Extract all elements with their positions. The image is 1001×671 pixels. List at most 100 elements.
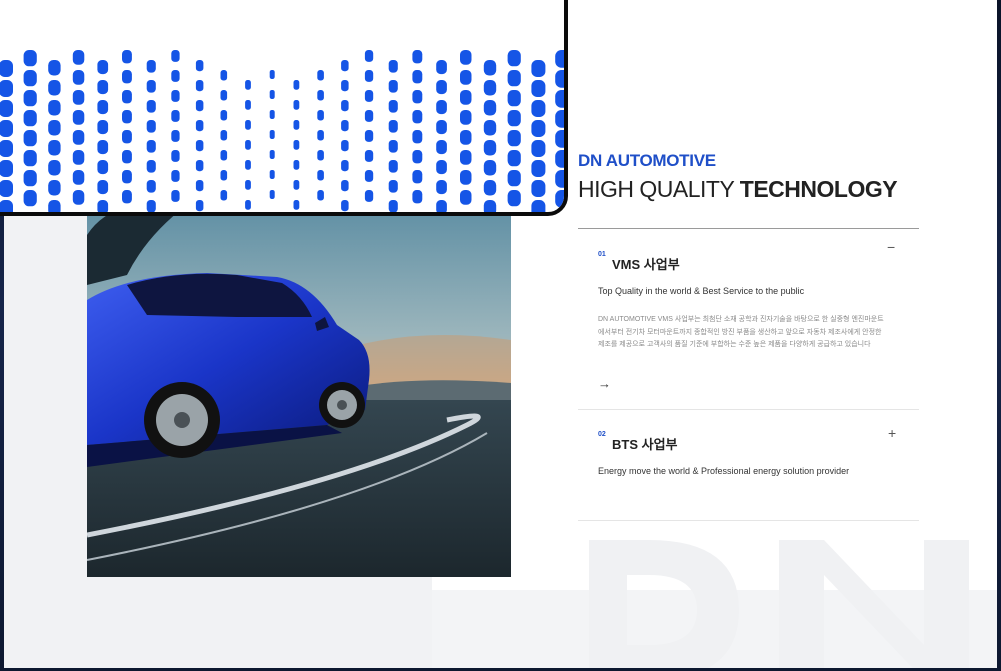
pattern-bar [412,110,423,124]
pattern-bar [436,200,447,212]
pattern-bar [269,70,275,79]
pattern-bar [555,90,564,108]
pattern-bar [220,110,228,121]
pattern-bar [171,150,180,162]
pattern-bar [171,70,180,82]
pattern-bar [195,200,204,212]
pattern-bar [23,190,37,207]
item-subtitle: Top Quality in the world & Best Service … [598,286,805,296]
pattern-bar [72,50,85,65]
pattern-bar [555,150,564,168]
pattern-bar [220,130,228,141]
headline-bold: TECHNOLOGY [739,176,898,202]
pattern-bar [48,200,61,212]
pattern-bar [507,170,521,187]
pattern-bar [460,50,472,65]
pattern-bar [293,160,300,170]
pattern-bar [555,50,564,68]
pattern-bar [531,80,546,97]
pattern-bar [0,160,13,177]
pattern-bar [317,110,324,121]
pattern-bar [436,180,447,195]
car-photo [87,205,511,577]
pattern-bar [341,60,349,72]
pattern-bar [460,110,472,125]
pattern-bar [436,160,447,175]
pattern-bar [171,90,180,102]
minus-icon[interactable]: − [887,239,895,255]
pattern-bar [195,140,204,152]
pattern-bar [412,150,423,164]
pattern-bar [146,120,156,133]
plus-icon[interactable]: + [888,425,896,441]
pattern-bar [317,90,324,101]
pattern-bar [146,80,156,93]
pattern-bar [364,130,374,142]
pattern-bar [341,180,349,192]
pattern-bar [555,70,564,88]
pattern-bar [72,170,85,185]
pattern-bar [97,160,109,175]
pattern-bar [317,130,324,141]
pattern-bar [195,100,204,112]
pattern-bar [23,110,37,127]
pattern-bar [23,130,37,147]
pattern-bar [436,120,447,135]
pattern-bar [364,70,374,82]
pattern-bar [195,180,204,192]
pattern-bar [388,60,398,73]
pattern-bar [48,80,61,96]
pattern-bar [293,200,300,210]
pattern-bar [507,70,521,87]
pattern-bar [97,60,109,75]
pattern-bar [555,130,564,148]
pattern-bar [97,180,109,195]
pattern-bar [531,200,546,212]
item-title[interactable]: VMS 사업부 [612,254,680,273]
pattern-bar [72,90,85,105]
item-number: 01 [598,251,606,258]
pattern-bar [48,180,61,196]
pattern-bar [412,90,423,104]
pattern-bar [507,150,521,167]
dn-logo-watermark [589,540,969,668]
item-subtitle: Energy move the world & Professional ene… [598,466,850,476]
pattern-bar [388,160,398,173]
pattern-bar [195,80,204,92]
pattern-bar [460,190,472,205]
pattern-bar [23,70,37,87]
divider [578,228,919,229]
pattern-bar [146,60,156,73]
pattern-bar [460,130,472,145]
pattern-bar [245,100,251,110]
pattern-bar [23,150,37,167]
pattern-bar [97,100,109,115]
pattern-bar [171,130,180,142]
pattern-bar [388,100,398,113]
pattern-bar [245,180,251,190]
pattern-bar [507,190,521,207]
accordion-item-vms[interactable]: 01 VMS 사업부 − Top Quality in the world & … [578,230,919,410]
pattern-bar [531,160,546,177]
pattern-bar [72,150,85,165]
pattern-bar [460,90,472,105]
arrow-right-icon[interactable]: → [598,376,611,391]
pattern-bar [531,180,546,197]
pattern-bar [122,170,132,184]
pattern-bar [412,170,423,184]
pattern-bar [146,140,156,153]
pattern-bar [412,130,423,144]
pattern-bar [293,100,300,110]
pattern-bar [507,130,521,147]
pattern-bar [483,60,497,76]
pattern-bar [293,80,300,90]
pattern-bar [0,120,13,137]
pattern-bar [245,80,251,90]
pattern-bar [72,110,85,125]
accordion-item-bts[interactable]: 02 BTS 사업부 + Energy move the world & Pro… [578,410,919,521]
pattern-bar [460,170,472,185]
item-title[interactable]: BTS 사업부 [612,434,678,453]
pattern-bar [122,50,132,64]
pattern-bar [146,200,156,212]
pattern-bar [388,180,398,193]
